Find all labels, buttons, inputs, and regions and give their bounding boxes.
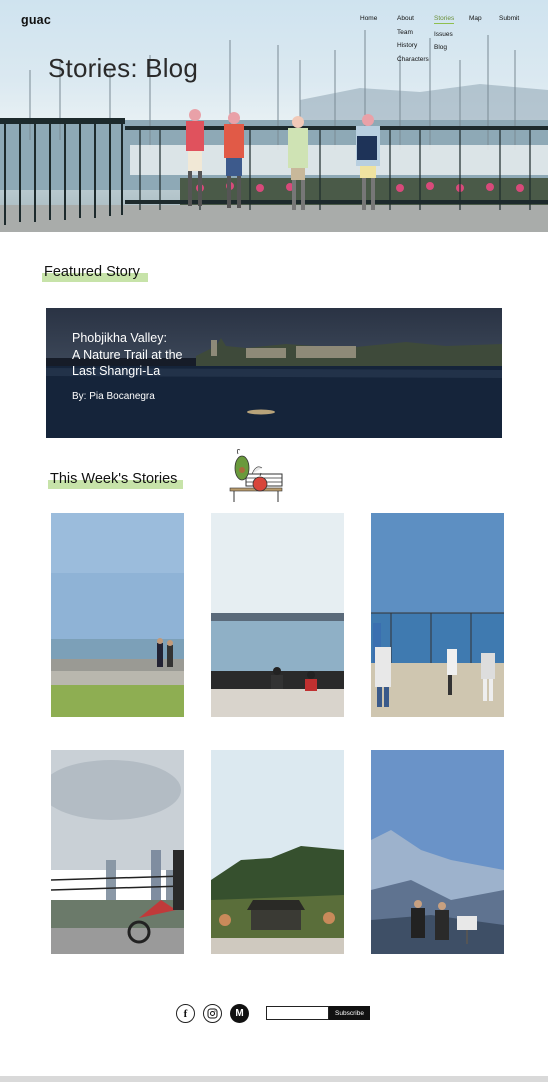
weekly-heading: This Week's Stories [48, 471, 184, 489]
medium-icon[interactable]: M [230, 1004, 249, 1023]
subscribe-button[interactable]: Subscribe [329, 1006, 370, 1020]
nav-stories-link[interactable]: Stories [434, 15, 455, 24]
story-card-3[interactable] [371, 513, 504, 717]
subscribe-email-input[interactable] [266, 1006, 329, 1020]
instagram-icon[interactable] [203, 1004, 222, 1023]
story-photo-3 [371, 513, 504, 717]
nav-stories-issues[interactable]: Issues [434, 31, 454, 38]
nav-home-link[interactable]: Home [360, 15, 377, 22]
nav-home[interactable]: Home [360, 15, 377, 22]
nav-stories-blog[interactable]: Blog [434, 44, 454, 51]
nav-about-link[interactable]: About [397, 15, 429, 22]
nav-map-link[interactable]: Map [469, 15, 482, 22]
weekly-heading-text: This Week's Stories [50, 471, 178, 487]
featured-story-card[interactable]: Phobjikha Valley: A Nature Trail at the … [46, 308, 502, 438]
story-photo-6 [371, 750, 504, 954]
page-title: Stories: Blog [48, 53, 199, 83]
page-bottom-bar [0, 1076, 548, 1082]
story-card-5[interactable] [211, 750, 344, 954]
facebook-icon[interactable]: f [176, 1004, 195, 1023]
hero-photo [0, 30, 548, 232]
story-card-1[interactable] [51, 513, 184, 717]
story-photo-2 [211, 513, 344, 717]
story-photo-4 [51, 750, 184, 954]
featured-heading: Featured Story [42, 264, 148, 282]
story-card-2[interactable] [211, 513, 344, 717]
nav-about-characters[interactable]: Characters [397, 56, 429, 63]
nav-about[interactable]: About Team History Characters [397, 15, 429, 63]
nav-about-team[interactable]: Team [397, 29, 429, 36]
nav-map[interactable]: Map [469, 15, 482, 22]
story-photo-5 [211, 750, 344, 954]
nav-stories[interactable]: Stories Issues Blog [434, 15, 455, 51]
nav-submit-link[interactable]: Submit [499, 15, 519, 22]
featured-story-author: By: Pia Bocanegra [72, 391, 155, 402]
hero-banner: guac Stories: Blog Home About Team Histo… [0, 0, 548, 232]
site-logo[interactable]: guac [21, 13, 51, 27]
story-photo-1 [51, 513, 184, 717]
nav-about-history[interactable]: History [397, 42, 429, 49]
featured-story-title[interactable]: Phobjikha Valley: A Nature Trail at the … [72, 330, 312, 380]
avocado-mascot-icon [229, 449, 283, 502]
story-card-4[interactable] [51, 750, 184, 954]
featured-heading-text: Featured Story [44, 264, 140, 280]
story-card-6[interactable] [371, 750, 504, 954]
nav-submit[interactable]: Submit [499, 15, 519, 22]
